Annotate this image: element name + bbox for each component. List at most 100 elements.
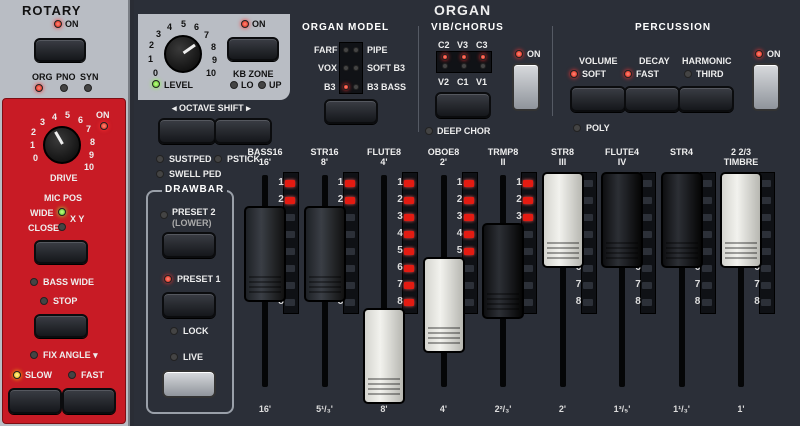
drawbar-scale-number: 7 xyxy=(575,279,582,290)
drawbar-handle[interactable] xyxy=(303,206,346,302)
drawbar-grip xyxy=(308,286,341,288)
drawbar-footage-label: 5¹/₃' xyxy=(316,404,333,414)
drawbar-footage-label: 2' xyxy=(558,404,567,414)
drawbar-handle[interactable] xyxy=(482,223,524,319)
drawbar-grip xyxy=(606,257,638,259)
drawbar-handle[interactable] xyxy=(244,206,286,302)
drawbar-scale-number: 4 xyxy=(456,228,463,239)
drawbar-grip xyxy=(249,281,281,283)
drawbar-grip xyxy=(368,383,400,385)
drawbar-grip xyxy=(308,276,341,278)
drawbar-grip xyxy=(249,276,281,278)
drawbar-grip xyxy=(249,286,281,288)
drawbar-footage-label: 4' xyxy=(439,404,448,414)
drawbar-scale-number: 7 xyxy=(635,279,641,290)
drawbar-name-label: TRMP8 xyxy=(487,147,519,157)
drawbar-scale-number: 6 xyxy=(397,262,403,273)
drawbar-grip xyxy=(606,252,638,254)
drawbar-name-label: 2 2/3 xyxy=(730,147,752,157)
drawbar-scale-number: 8 xyxy=(694,296,701,307)
drawbar-footage-label: 16' xyxy=(258,404,272,414)
drawbar-sub-label: 8' xyxy=(320,157,329,167)
drawbar-sub-label: III xyxy=(558,157,567,167)
drawbar-sub-label: II xyxy=(500,157,506,167)
drawbar-name-label: OBOE8 xyxy=(427,147,460,157)
drawbar-name-label: STR8 xyxy=(550,147,574,157)
drawbar-handle[interactable] xyxy=(363,308,405,404)
drawbar-scale-number: 2 xyxy=(516,194,522,205)
drawbar-grip xyxy=(606,242,638,244)
drawbar-handle[interactable] xyxy=(660,172,703,268)
drawbar-grip xyxy=(665,257,698,259)
drawbar-scale-number: 1 xyxy=(456,177,463,188)
drawbar-grip xyxy=(487,298,519,300)
drawbar-grip xyxy=(665,247,698,249)
drawbar-name-label: FLUTE4 xyxy=(604,147,639,157)
drawbar-grip xyxy=(546,242,579,244)
drawbar-scale-number: 4 xyxy=(397,228,403,239)
drawbar-scale-number: 1 xyxy=(337,177,344,188)
drawbar-grip xyxy=(606,247,638,249)
drawbar-grip xyxy=(725,242,757,244)
drawbar-scale-number: 8 xyxy=(635,296,641,307)
drawbar-handle[interactable] xyxy=(720,172,762,268)
drawbar-handle[interactable] xyxy=(422,257,465,353)
drawbar-scale-number: 8 xyxy=(397,296,403,307)
drawbar-footage-label: 8' xyxy=(380,404,388,414)
drawbar-scale-number: 3 xyxy=(456,211,463,222)
drawbar-scale-number: 3 xyxy=(516,211,522,222)
drawbar-grip xyxy=(487,308,519,310)
drawbar-footage-label: 2²/₃' xyxy=(494,404,512,414)
drawbar-grip xyxy=(487,303,519,305)
drawbar-scale-number: 2 xyxy=(456,194,463,205)
drawbar-footage-label: 1³/₅' xyxy=(613,404,631,414)
drawbar-sub-label: 16' xyxy=(258,157,272,167)
drawbar-grip xyxy=(725,252,757,254)
drawbar-grip xyxy=(665,252,698,254)
drawbar-footage-label: 1¹/₃' xyxy=(673,404,690,414)
drawbar-grip xyxy=(427,332,460,334)
drawbar-scale-number: 1 xyxy=(397,177,403,188)
drawbar-grip xyxy=(427,337,460,339)
drawbar-area: BASS1616'1234567816'STR168'123456785¹/₃'… xyxy=(0,0,800,426)
drawbar-grip xyxy=(546,247,579,249)
drawbar-scale-number: 1 xyxy=(516,177,522,188)
drawbar-grip xyxy=(725,257,757,259)
drawbar-grip xyxy=(427,327,460,329)
drawbar-sub-label: IV xyxy=(617,157,627,167)
drawbar-scale-number: 2 xyxy=(337,194,344,205)
drawbar-scale-number: 7 xyxy=(397,279,403,290)
drawbar-grip xyxy=(368,378,400,380)
drawbar-grip xyxy=(725,247,757,249)
drawbar-footage-label: 1' xyxy=(737,404,745,414)
drawbar-grip xyxy=(665,242,698,244)
drawbar-handle[interactable] xyxy=(601,172,643,268)
drawbar-grip xyxy=(308,281,341,283)
drawbar-handle[interactable] xyxy=(541,172,584,268)
drawbar-sub-label: 4' xyxy=(380,157,388,167)
drawbar-scale-number: 8 xyxy=(754,296,760,307)
drawbar-grip xyxy=(546,257,579,259)
drawbar-scale-number: 2 xyxy=(278,194,284,205)
drawbar-sub-label: TIMBRE xyxy=(723,157,759,167)
drawbar-grip xyxy=(546,252,579,254)
drawbar-scale-number: 2 xyxy=(397,194,403,205)
drawbar-sub-label: 2' xyxy=(439,157,448,167)
drawbar-name-label: STR16 xyxy=(310,147,339,157)
drawbar-grip xyxy=(368,388,400,390)
drawbar-scale-number: 5 xyxy=(397,245,403,256)
drawbar-scale-number: 5 xyxy=(456,245,463,256)
drawbar-scale-number: 3 xyxy=(397,211,403,222)
drawbar-grip xyxy=(308,291,341,293)
drawbar-grip xyxy=(249,291,281,293)
drawbar-name-label: BASS16 xyxy=(247,147,283,157)
drawbar-grip xyxy=(427,342,460,344)
drawbar-grip xyxy=(368,393,400,395)
drawbar-grip xyxy=(487,293,519,295)
drawbar-name-label: STR4 xyxy=(669,147,693,157)
drawbar-scale-number: 7 xyxy=(694,279,701,290)
drawbar-scale-number: 7 xyxy=(754,279,760,290)
drawbar-scale-number: 8 xyxy=(575,296,582,307)
drawbar-name-label: FLUTE8 xyxy=(366,147,401,157)
drawbar-scale-number: 1 xyxy=(278,177,284,188)
